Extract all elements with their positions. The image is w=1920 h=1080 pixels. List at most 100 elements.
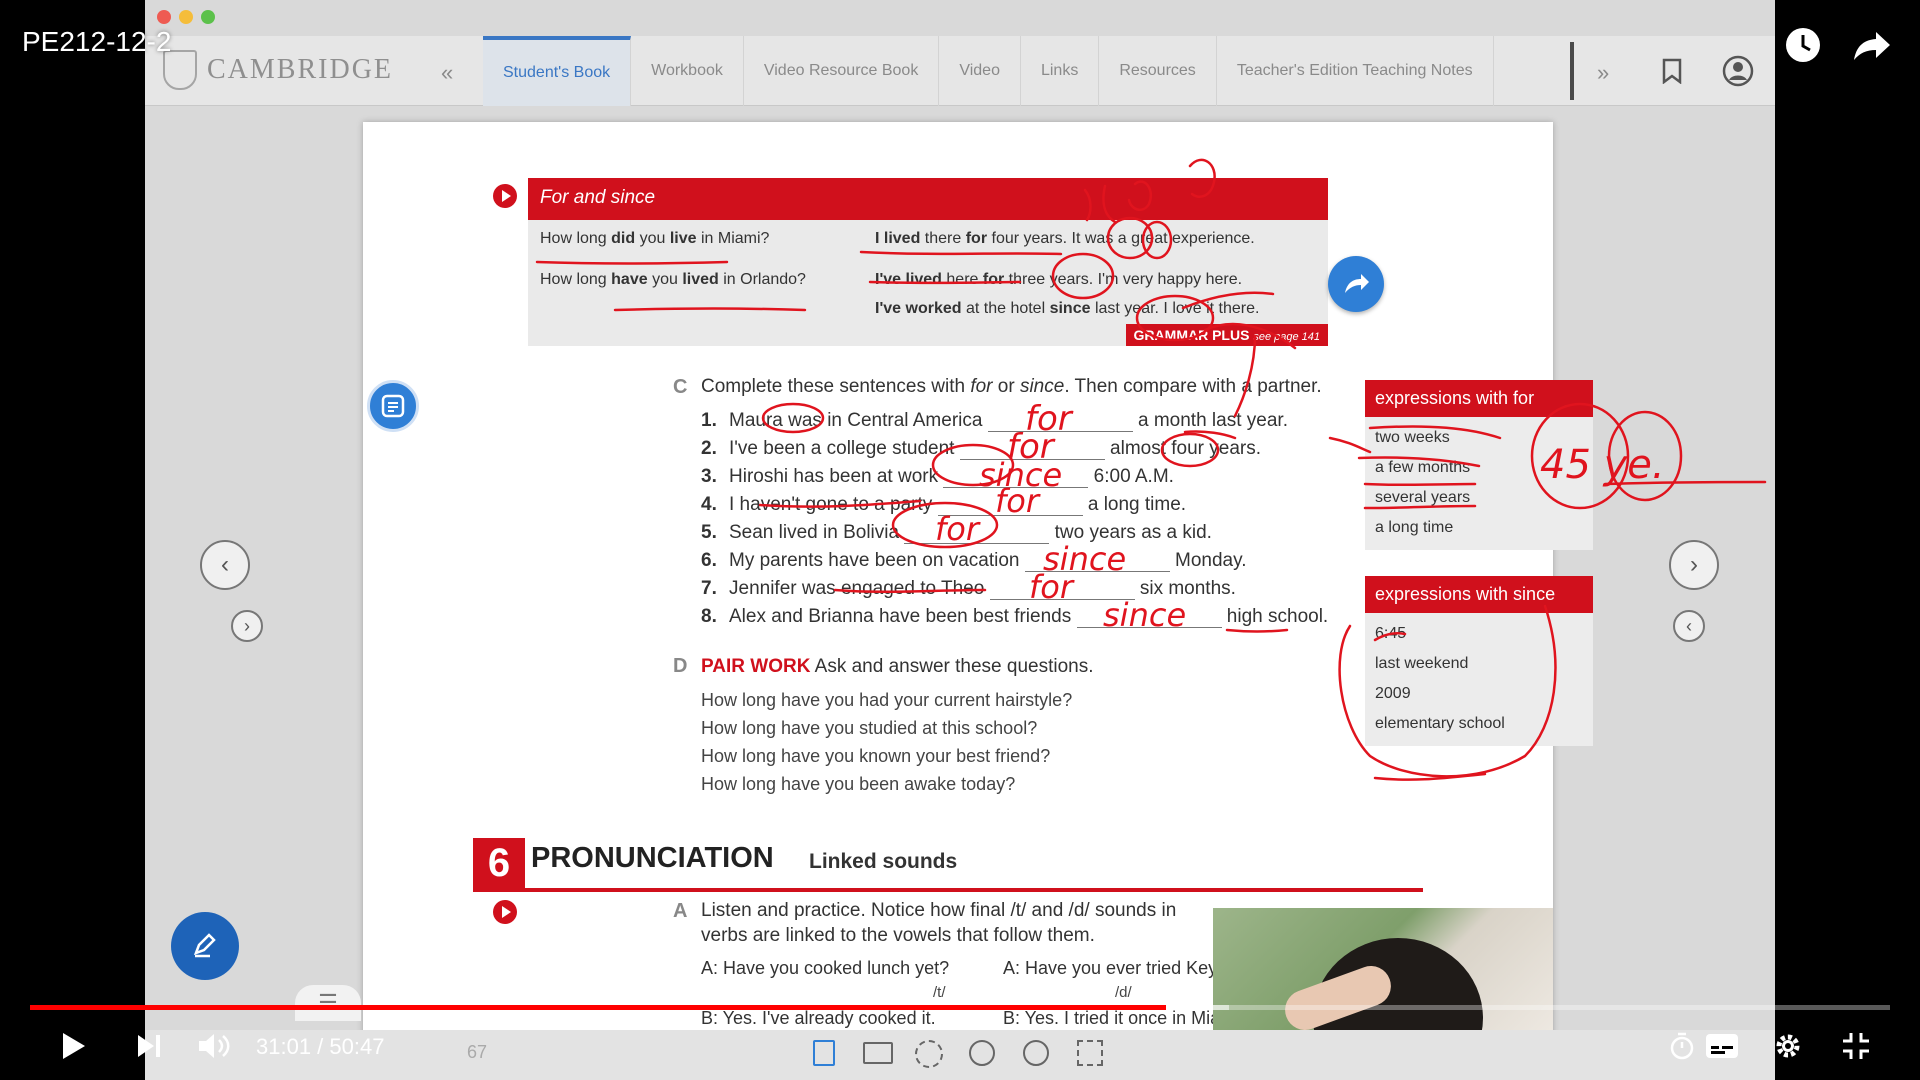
expression-item: last weekend (1375, 655, 1469, 672)
exit-fullscreen-icon[interactable] (1834, 1026, 1878, 1066)
sentence-8: 8. Alex and Brianna have been best friend… (701, 606, 1329, 628)
subtitles-icon[interactable] (1700, 1026, 1744, 1066)
double-page-icon[interactable] (863, 1042, 893, 1064)
discussion-question: How long have you known your best friend… (701, 746, 1051, 766)
section-rule (473, 888, 1423, 892)
menu-icon[interactable]: ☰ (295, 985, 361, 1021)
toolbar-divider (1570, 42, 1574, 100)
discussion-question: How long have you been awake today? (701, 774, 1016, 794)
app-bottom-toolbar: 67 (145, 1030, 1775, 1080)
bookmark-icon[interactable] (1655, 54, 1689, 88)
section-title: PRONUNCIATION (531, 842, 774, 874)
section-d-letter: D (673, 655, 688, 677)
current-time: 31:01 (256, 1034, 312, 1059)
example-answer-3: I've worked at the hotel since last year… (875, 300, 1260, 317)
section-d-instructions: PAIR WORK Ask and answer these questions… (701, 656, 1094, 677)
answer-blank[interactable] (987, 414, 1133, 432)
sentence-4: 4. I haven't gone to a party a long time. (701, 494, 1187, 516)
pronunciation-example: B: Yes. I tried it once in Miami. (1003, 1008, 1245, 1028)
sound-mark: /d/ (1115, 984, 1132, 1001)
pronunciation-example: B: Yes. I've already cooked it. (701, 1008, 936, 1028)
tab-students-book[interactable]: Student's Book (483, 36, 632, 106)
expressions-since-box: expressions with since 6:45 last weekend… (1365, 576, 1593, 746)
audio-play-icon[interactable] (493, 184, 517, 208)
tab-video[interactable]: Video (939, 36, 1021, 106)
section-subtitle: Linked sounds (809, 850, 958, 873)
duration: 50:47 (329, 1034, 385, 1059)
settings-gear-icon[interactable] (1766, 1026, 1810, 1066)
expressions-since-title: expressions with since (1365, 576, 1593, 613)
discussion-question: How long have you had your current hairs… (701, 690, 1073, 710)
example-answer-2: I've lived here for three years. I'm ver… (875, 271, 1243, 288)
single-page-icon[interactable] (813, 1040, 835, 1066)
pronunciation-example: A: Have you cooked lunch yet? (701, 958, 950, 978)
section-number: 6 (473, 838, 525, 888)
play-button[interactable] (52, 1026, 96, 1066)
expression-item: two weeks (1375, 429, 1450, 446)
sentence-3: 3. Hiroshi has been at work 6:00 A.M. (701, 466, 1174, 488)
volume-icon[interactable] (192, 1026, 236, 1066)
answer-blank[interactable] (1076, 610, 1222, 628)
page-number: 67 (467, 1042, 488, 1062)
sentence-1: 1. Maura was in Central America a month l… (701, 410, 1288, 432)
next-page-small-button[interactable]: › (231, 610, 263, 642)
audio-play-icon[interactable] (493, 900, 517, 924)
expression-item: a few months (1375, 459, 1471, 476)
tab-resources[interactable]: Resources (1099, 36, 1217, 106)
video-player[interactable]: CAMBRIDGE « Student's Book Workbook Vide… (0, 0, 1920, 1080)
close-dot-icon (157, 10, 171, 24)
answer-blank[interactable] (989, 582, 1135, 600)
share-arrow-icon[interactable] (1328, 256, 1384, 312)
share-icon[interactable] (1848, 20, 1898, 70)
next-page-button[interactable]: › (1669, 540, 1719, 590)
answer-blank[interactable] (904, 526, 1050, 544)
sentence-6: 6. My parents have been on vacation Monda… (701, 550, 1247, 572)
answer-blank[interactable] (1024, 554, 1170, 572)
played-bar (30, 1005, 1166, 1010)
tab-video-resource-book[interactable]: Video Resource Book (744, 36, 940, 106)
expression-item: 2009 (1375, 685, 1411, 702)
example-question-1: How long did you live in Miami? (540, 230, 770, 247)
section-c-letter: C (673, 376, 688, 398)
grammar-focus-box: For and since How long did you live in M… (528, 178, 1328, 346)
watch-later-icon[interactable] (1778, 20, 1828, 70)
expression-item: a long time (1375, 519, 1454, 536)
minimize-dot-icon (179, 10, 193, 24)
grammar-plus-link[interactable]: GRAMMAR PLUS see page 141 (1125, 324, 1328, 346)
notes-icon[interactable] (367, 380, 419, 432)
app-toolbar: CAMBRIDGE « Student's Book Workbook Vide… (145, 36, 1775, 106)
answer-blank[interactable] (937, 498, 1083, 516)
tab-links[interactable]: Links (1021, 36, 1100, 106)
zoom-area-icon[interactable] (915, 1040, 943, 1068)
expressions-for-title: expressions with for (1365, 380, 1593, 417)
grammar-focus-title: For and since (528, 178, 1328, 220)
prev-page-button[interactable]: ‹ (200, 540, 250, 590)
expressions-for-box: expressions with for two weeks a few mon… (1365, 380, 1593, 550)
tabs-prev-button[interactable]: « (441, 60, 453, 86)
zoom-out-icon[interactable] (1023, 1040, 1049, 1066)
ebook-app-window: CAMBRIDGE « Student's Book Workbook Vide… (145, 0, 1775, 1080)
tab-workbook[interactable]: Workbook (631, 36, 744, 106)
example-answer-1: I lived there for four years. It was a g… (875, 230, 1255, 247)
pronunciation-instructions-1: Listen and practice. Notice how final /t… (701, 900, 1177, 921)
seek-bar[interactable] (30, 1005, 1890, 1010)
account-icon[interactable] (1721, 54, 1755, 88)
discussion-question: How long have you studied at this school… (701, 718, 1038, 738)
video-title[interactable]: PE212-12-2 (22, 26, 171, 58)
expression-item: elementary school (1375, 715, 1505, 732)
fit-page-icon[interactable] (1077, 1040, 1103, 1066)
tab-bar: Student's Book Workbook Video Resource B… (483, 36, 1494, 106)
next-video-button[interactable] (128, 1026, 172, 1066)
zoom-in-icon[interactable] (969, 1040, 995, 1066)
maximize-dot-icon (201, 10, 215, 24)
tabs-next-button[interactable]: » (1597, 60, 1609, 86)
sentence-5: 5. Sean lived in Bolivia two years as a k… (701, 522, 1212, 544)
prev-page-small-button[interactable]: ‹ (1673, 610, 1705, 642)
answer-blank[interactable] (959, 442, 1105, 460)
timer-icon[interactable] (1660, 1026, 1704, 1066)
window-controls (157, 10, 215, 24)
sound-mark: /t/ (933, 984, 946, 1001)
tab-teachers-notes[interactable]: Teacher's Edition Teaching Notes (1217, 36, 1494, 106)
pen-tool-icon[interactable] (171, 912, 239, 980)
answer-blank[interactable] (943, 470, 1089, 488)
